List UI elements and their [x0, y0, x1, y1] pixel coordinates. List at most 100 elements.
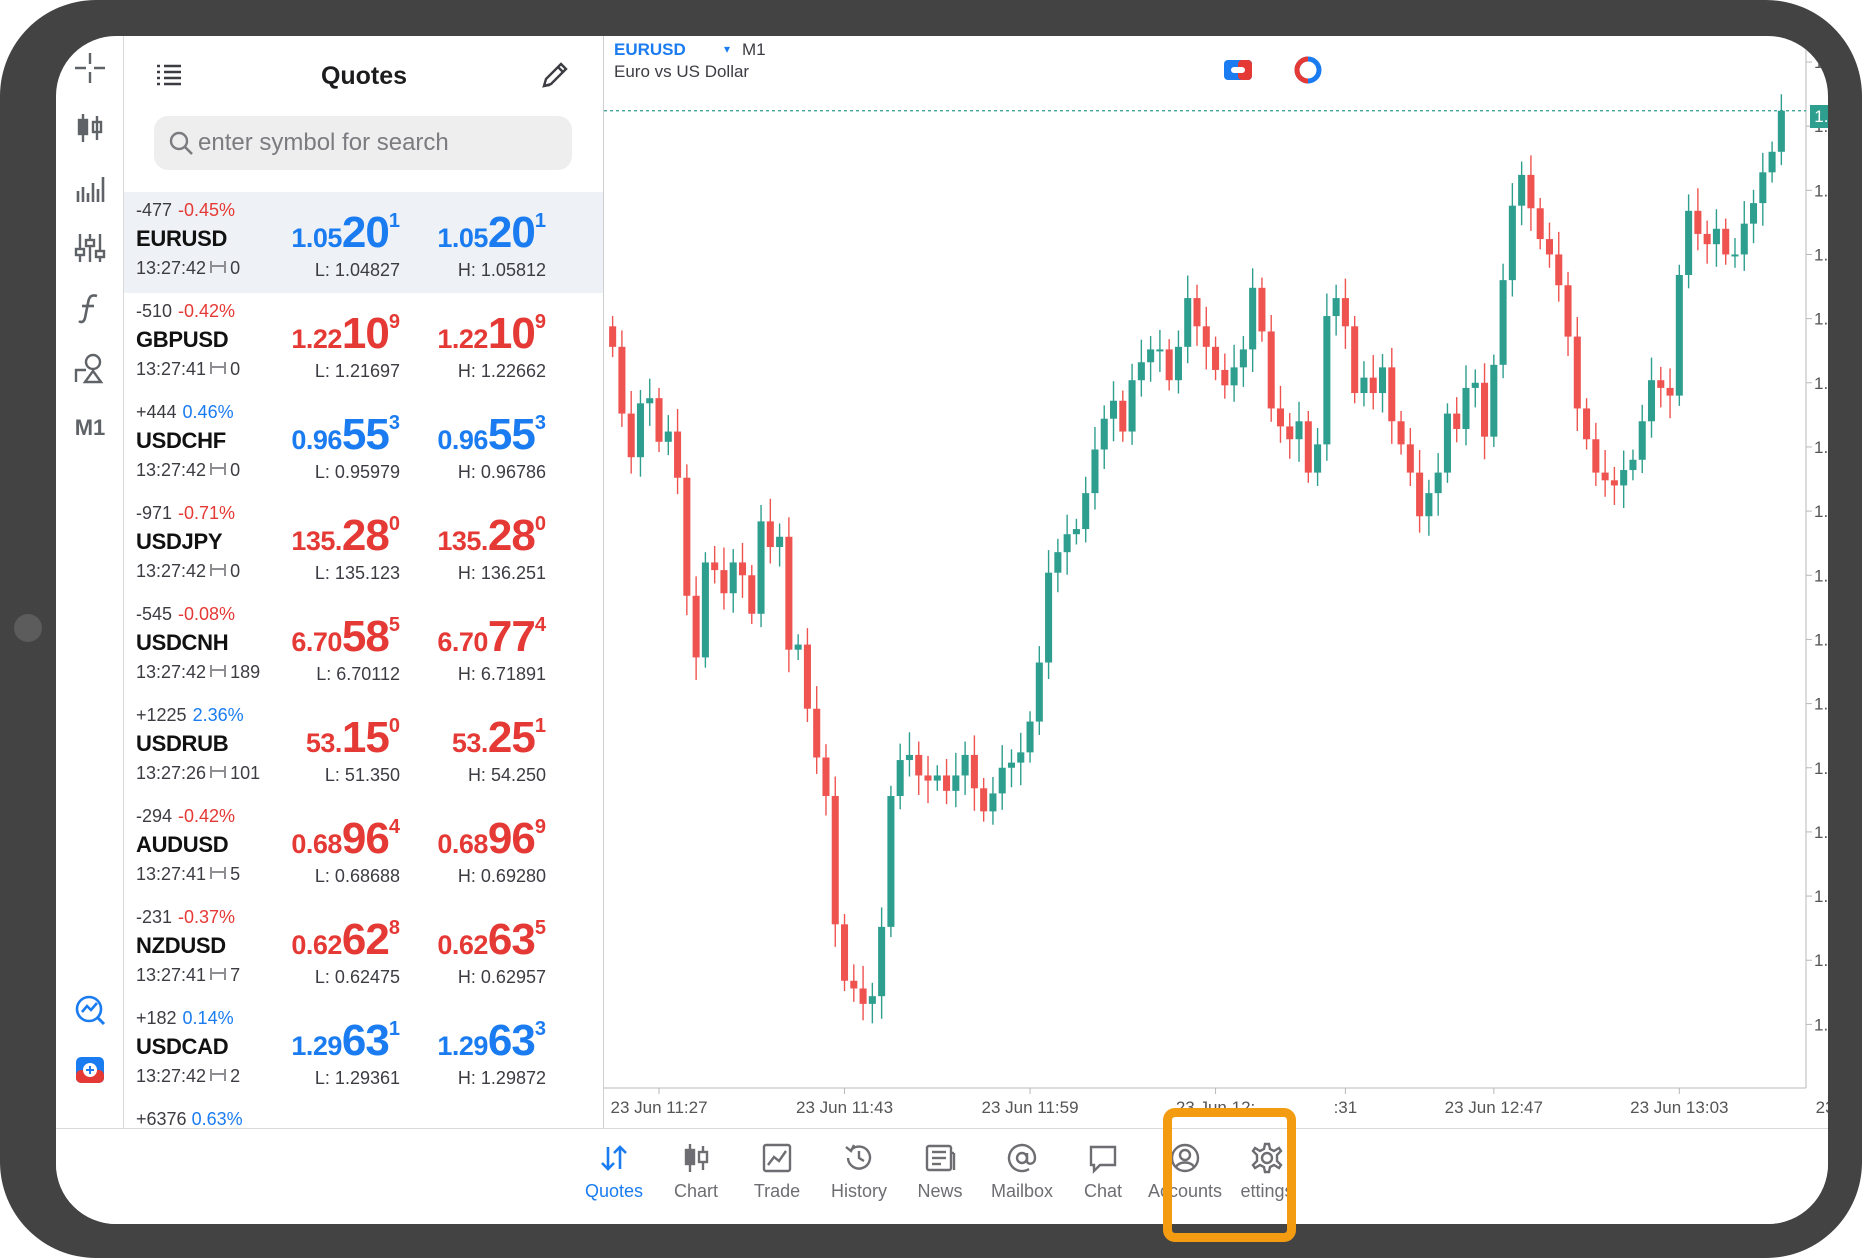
chart-timeframe: M1 [742, 40, 766, 59]
spread-icon [210, 261, 227, 273]
bid-price[interactable]: 135.280 [250, 511, 400, 561]
chart-area[interactable]: 1.052201.051951.051701.051451.051201.050… [604, 36, 1828, 1128]
bid-price[interactable]: 53.150 [250, 713, 400, 763]
quote-timestamp: 13:27:42 [136, 662, 207, 682]
x-tick-label: 23 Jun 13:03 [1630, 1098, 1728, 1117]
bear-candle [841, 924, 849, 981]
bid-price[interactable]: 1.22109 [250, 309, 400, 359]
quote-row-usdchf[interactable]: +444 0.46% USDCHF 13:27:42 0 0.96553 0.96553 L:… [124, 394, 603, 495]
bull-candle [1063, 534, 1071, 553]
ask-price-pips: 77 [487, 612, 536, 661]
settings-sliders-icon[interactable] [70, 228, 110, 268]
search-input[interactable] [198, 116, 558, 170]
chart-symbol[interactable]: EURUSD [614, 40, 686, 60]
symbol-search[interactable] [154, 116, 572, 170]
y-tick-label: 1.04970 [1814, 695, 1828, 714]
bear-candle [1573, 336, 1581, 409]
bull-candle [729, 562, 737, 594]
ask-price[interactable]: 1.22109 [396, 309, 546, 359]
daily-high: H: 1.05812 [457, 260, 546, 280]
bid-price-prefix: 135. [291, 526, 342, 556]
bear-candle [1416, 472, 1424, 517]
bear-candle [1212, 346, 1220, 370]
quote-spread: 0 [230, 258, 241, 278]
bear-candle [738, 562, 747, 576]
quote-symbol: GBPUSD [136, 327, 229, 352]
quote-row-usdcad[interactable]: +182 0.14% USDCAD 13:27:42 2 1.29631 1.29633 L:… [124, 1000, 603, 1101]
bear-candle [655, 398, 663, 442]
bull-candle [1249, 287, 1257, 350]
bid-price-pips: 63 [341, 1016, 390, 1065]
bid-price[interactable]: 1.29631 [250, 1016, 400, 1066]
bull-candle [1054, 552, 1062, 573]
ask-price[interactable]: 0.68969 [396, 814, 546, 864]
ask-price[interactable]: 0.96553 [396, 410, 546, 460]
quote-change: -545 -0.08% [136, 604, 235, 625]
bull-candle [776, 536, 784, 548]
quote-row-gbpusd[interactable]: -510 -0.42% GBPUSD 13:27:41 0 1.22109 1.22109 L… [124, 293, 603, 394]
bid-price[interactable]: 0.68964 [250, 814, 400, 864]
ask-price[interactable]: 53.251 [396, 713, 546, 763]
price-chart[interactable]: 1.052201.051951.051701.051451.051201.050… [604, 36, 1828, 1128]
quote-symbol: USDCHF [136, 428, 226, 453]
quote-row-audusd[interactable]: -294 -0.42% AUDUSD 13:27:41 5 0.68964 0.68969 L… [124, 798, 603, 899]
daily-high: H: 54.250 [467, 765, 546, 785]
chat-icon [1089, 1145, 1117, 1174]
quote-symbol: EURUSD [136, 226, 228, 251]
one-click-trading-icon[interactable] [70, 1050, 110, 1090]
news-icon [925, 1144, 956, 1172]
x-tick-label: 23 Jun 11:27 [610, 1098, 707, 1117]
quote-timestamp: 13:27:42 [136, 258, 207, 278]
bid-price[interactable]: 6.70585 [250, 612, 400, 662]
depth-of-market-icon[interactable] [1288, 50, 1328, 90]
chart-symbol-caret-icon[interactable]: ▾ [724, 42, 730, 56]
bear-candle [915, 754, 923, 776]
function-icon[interactable] [70, 288, 110, 328]
bear-candle [627, 413, 635, 458]
bear-candle [1304, 421, 1312, 473]
bull-candle [1091, 449, 1099, 494]
bear-candle [1592, 439, 1600, 473]
quote-row-usdrub[interactable]: +1225 2.36% USDRUB 13:27:26 101 53.150 53.251 L… [124, 697, 603, 798]
bull-candle [1332, 298, 1340, 317]
ask-price[interactable]: 135.280 [396, 511, 546, 561]
quote-row-nzdusd[interactable]: -231 -0.37% NZDUSD 13:27:41 7 0.62628 0.62635 L… [124, 899, 603, 1000]
indicators-icon[interactable] [70, 168, 110, 208]
bull-candle [1759, 172, 1767, 204]
daily-high: H: 6.71891 [457, 664, 546, 684]
edit-pencil-icon[interactable] [538, 58, 572, 92]
bear-candle [1341, 298, 1349, 327]
ask-price[interactable]: 1.29633 [396, 1016, 546, 1066]
chart-type-icon[interactable] [70, 108, 110, 148]
quote-row-usdcnh[interactable]: -545 -0.08% USDCNH 13:27:42 189 6.70585 6.7077… [124, 596, 603, 697]
crosshair-icon[interactable] [70, 48, 110, 88]
bid-price[interactable]: 0.96553 [250, 410, 400, 460]
y-tick-label: 1.05120 [1814, 310, 1828, 329]
bull-candle [1490, 364, 1498, 437]
bid-price[interactable]: 1.05201 [250, 208, 400, 258]
bull-candle [1768, 151, 1776, 173]
daily-low: L: 1.21697 [314, 361, 400, 381]
bull-candle [1360, 377, 1368, 394]
ask-price[interactable]: 0.62635 [396, 915, 546, 965]
trading-signals-icon[interactable] [70, 990, 110, 1030]
quote-row-eurusd[interactable]: -477 -0.45% EURUSD 13:27:42 0 1.05201 1.05201 L… [124, 192, 603, 293]
objects-icon[interactable] [70, 348, 110, 388]
timeframe-button[interactable]: M1 [70, 408, 110, 448]
bear-candle [980, 788, 988, 812]
bear-candle [1694, 210, 1702, 234]
ask-price[interactable]: 1.05201 [396, 208, 546, 258]
ask-price-pips: 10 [487, 309, 536, 358]
bid-price[interactable]: 0.62628 [250, 915, 400, 965]
trade-levels-toggle-icon[interactable] [1218, 50, 1258, 90]
ask-price[interactable]: 6.70774 [396, 612, 546, 662]
quote-row-partial[interactable]: +6376 0.63% [124, 1101, 603, 1128]
bull-candle [1007, 762, 1016, 768]
bear-candle [859, 988, 867, 1004]
quotes-icon [601, 1145, 627, 1171]
quote-row-usdjpy[interactable]: -971 -0.71% USDJPY 13:27:42 0 135.280 135.280 L… [124, 495, 603, 596]
daily-low: L: 0.68688 [314, 866, 400, 886]
bid-price-pips: 96 [341, 814, 390, 863]
ask-price-point: 1 [534, 715, 546, 737]
quote-symbol: USDJPY [136, 529, 223, 554]
